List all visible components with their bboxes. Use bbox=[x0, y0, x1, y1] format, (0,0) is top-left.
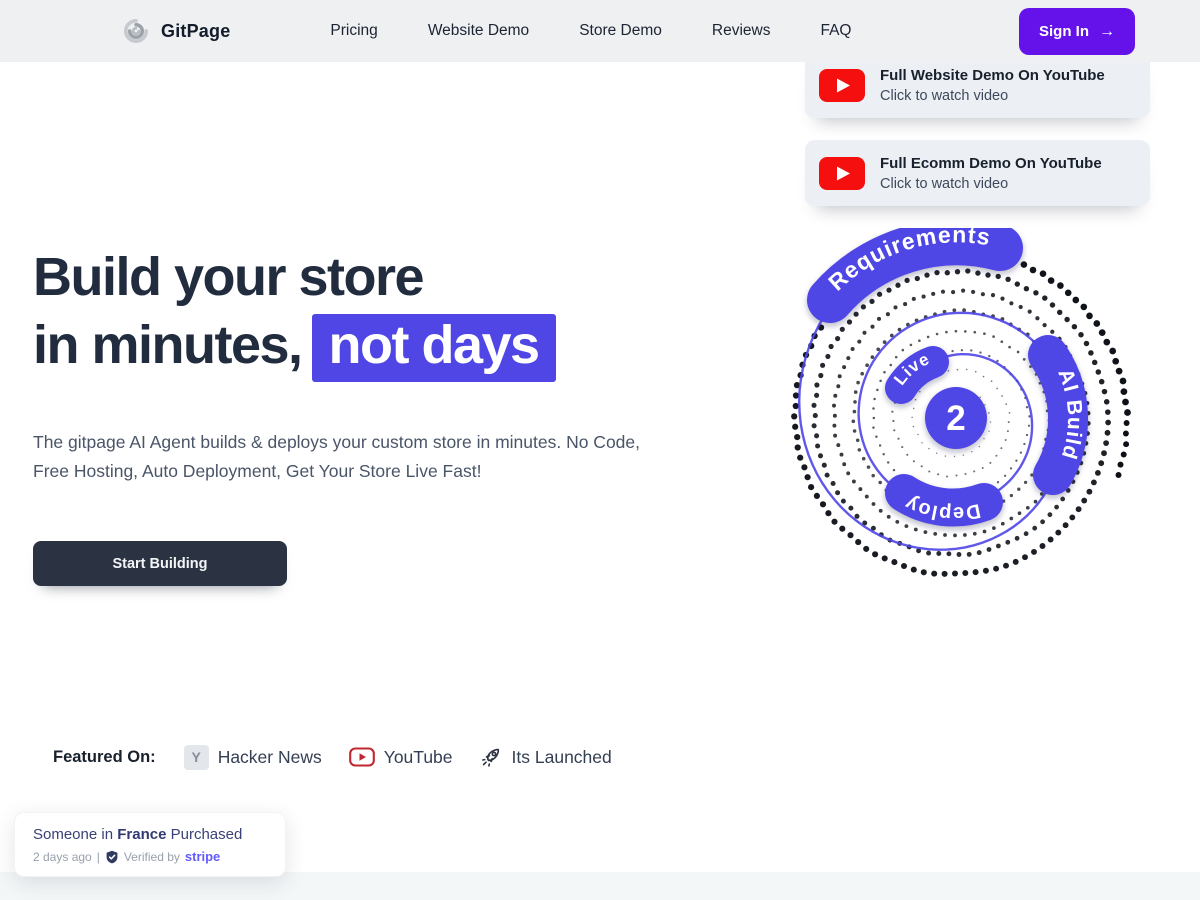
process-step-number: 2 bbox=[946, 399, 965, 438]
hero-heading-line2: in minutes, bbox=[33, 315, 302, 375]
video-subtitle: Click to watch video bbox=[880, 176, 1102, 192]
purchase-meta: 2 days ago | Verified by stripe bbox=[33, 849, 267, 864]
meta-divider: | bbox=[97, 850, 100, 864]
verified-text: Verified by bbox=[124, 850, 180, 864]
main-nav: Pricing Website Demo Store Demo Reviews … bbox=[330, 22, 851, 40]
process-center: 2 bbox=[925, 387, 987, 449]
youtube-play-icon bbox=[819, 69, 865, 102]
purchase-time: 2 days ago bbox=[33, 850, 92, 864]
hero-heading-highlight: not days bbox=[312, 314, 556, 382]
video-card-text: Full Ecomm Demo On YouTube Click to watc… bbox=[880, 155, 1102, 192]
hero-heading-line1: Build your store bbox=[33, 247, 423, 307]
shield-check-icon bbox=[105, 850, 119, 864]
video-title: Full Website Demo On YouTube bbox=[880, 67, 1105, 84]
featured-item-youtube[interactable]: YouTube bbox=[349, 747, 453, 768]
video-card-text: Full Website Demo On YouTube Click to wa… bbox=[880, 67, 1105, 104]
nav-item-website-demo[interactable]: Website Demo bbox=[428, 22, 529, 40]
hero-heading: Build your store in minutes,not days bbox=[33, 243, 556, 382]
nav-item-reviews[interactable]: Reviews bbox=[712, 22, 771, 40]
process-spiral-graphic: Requirements AI Build Deploy Live 2 bbox=[766, 228, 1146, 608]
featured-on-label: Featured On: bbox=[53, 748, 156, 767]
brand-name: GitPage bbox=[161, 21, 230, 42]
swirl-logo-icon bbox=[123, 18, 149, 44]
nav-item-pricing[interactable]: Pricing bbox=[330, 22, 377, 40]
featured-item-label: Its Launched bbox=[512, 747, 612, 768]
sign-in-label: Sign In bbox=[1039, 23, 1089, 40]
video-subtitle: Click to watch video bbox=[880, 88, 1105, 104]
featured-item-label: YouTube bbox=[384, 747, 453, 768]
video-title: Full Ecomm Demo On YouTube bbox=[880, 155, 1102, 172]
youtube-outline-icon bbox=[349, 747, 375, 767]
featured-item-its-launched[interactable]: Its Launched bbox=[480, 746, 612, 769]
purchase-notification-toast: Someone in France Purchased 2 days ago |… bbox=[14, 812, 286, 877]
youtube-play-icon bbox=[819, 157, 865, 190]
purchase-line: Someone in France Purchased bbox=[33, 826, 267, 843]
featured-item-label: Hacker News bbox=[218, 747, 322, 768]
hacker-news-icon: Y bbox=[184, 745, 209, 770]
landing-page: GitPage Pricing Website Demo Store Demo … bbox=[0, 0, 1200, 900]
hero-description: The gitpage AI Agent builds & deploys yo… bbox=[33, 428, 653, 486]
header: GitPage Pricing Website Demo Store Demo … bbox=[0, 0, 1200, 62]
featured-item-hacker-news[interactable]: Y Hacker News bbox=[184, 745, 322, 770]
featured-on-row: Featured On: Y Hacker News YouTube bbox=[53, 740, 639, 774]
nav-item-store-demo[interactable]: Store Demo bbox=[579, 22, 662, 40]
rocket-icon bbox=[480, 746, 503, 769]
process-banners: Requirements AI Build Deploy Live bbox=[823, 228, 1086, 525]
purchase-location: France bbox=[117, 826, 166, 843]
stripe-wordmark: stripe bbox=[185, 849, 220, 864]
sign-in-button[interactable]: Sign In → bbox=[1019, 8, 1135, 55]
video-card-ecomm-demo[interactable]: Full Ecomm Demo On YouTube Click to watc… bbox=[805, 140, 1150, 206]
arrow-right-icon: → bbox=[1099, 23, 1115, 41]
start-building-button[interactable]: Start Building bbox=[33, 541, 287, 586]
nav-item-faq[interactable]: FAQ bbox=[820, 22, 851, 40]
brand[interactable]: GitPage bbox=[123, 18, 230, 44]
